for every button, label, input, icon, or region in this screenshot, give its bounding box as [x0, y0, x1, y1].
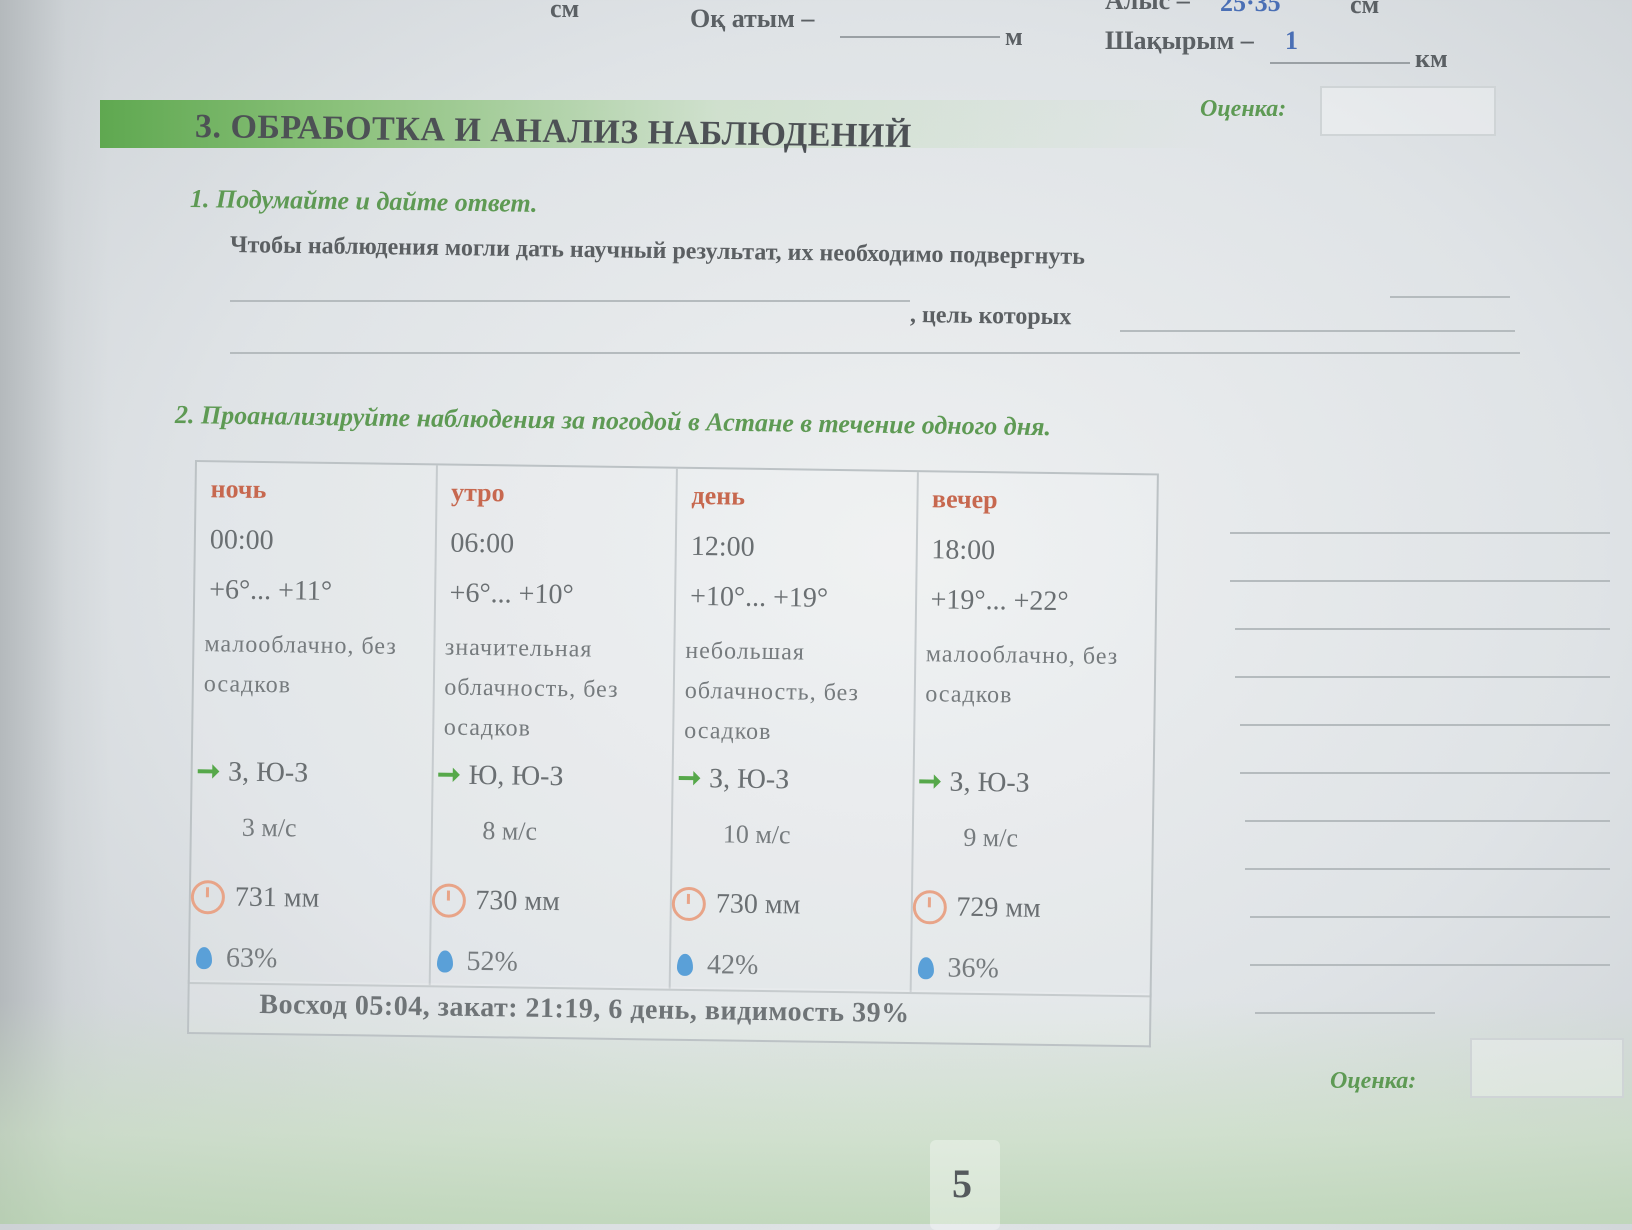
unit-m: м	[1005, 22, 1023, 51]
pressure-value: 730 мм	[475, 884, 561, 918]
condition: малооблачно, без осадков	[203, 631, 397, 699]
q1-answer-line-1a[interactable]	[1390, 296, 1510, 298]
weather-column-evening: вечер 18:00 +19°... +22° малооблачно, бе…	[911, 472, 1157, 995]
wind-direction: З, Ю-З	[949, 766, 1030, 799]
humidity: 63%	[195, 942, 278, 975]
wind-arrow-icon: ➞	[436, 759, 461, 791]
temperature: +6°... +11°	[208, 574, 333, 607]
period-label: ночь	[210, 474, 267, 504]
value-shakyrym: 1	[1285, 26, 1298, 55]
q2-answer-line-11[interactable]	[1255, 1012, 1435, 1014]
wind-speed: 10 м/с	[722, 819, 791, 850]
water-drop-icon	[676, 953, 694, 977]
barometer-icon	[912, 890, 947, 925]
label-shakyrym: Шақырым –	[1105, 26, 1254, 55]
q2-answer-line-5[interactable]	[1240, 724, 1610, 726]
question-1-text: Чтобы наблюдения могли дать научный резу…	[229, 232, 1086, 270]
humidity: 36%	[917, 952, 999, 985]
wind-speed: 9 м/с	[963, 822, 1019, 853]
humidity: 52%	[436, 945, 518, 978]
q2-answer-line-3[interactable]	[1235, 628, 1610, 630]
pressure-value: 731 мм	[234, 881, 320, 914]
q1-answer-line-3[interactable]	[230, 352, 1520, 354]
time: 06:00	[450, 527, 515, 560]
time: 18:00	[931, 534, 996, 567]
weather-column-night: ночь 00:00 +6°... +11° малооблачно, без …	[189, 462, 438, 986]
q1-answer-line-2b[interactable]	[1120, 330, 1515, 332]
wind-arrow-icon: ➞	[917, 766, 942, 798]
wind-arrow-icon: ➞	[677, 762, 702, 795]
humidity-value: 52%	[466, 945, 519, 978]
grade-label-top: Оценка:	[1200, 96, 1287, 122]
q2-answer-line-8[interactable]	[1245, 868, 1610, 870]
wind-speed: 8 м/с	[482, 816, 538, 846]
period-label: утро	[450, 477, 505, 508]
label-okatym: Оқ атым –	[690, 4, 815, 33]
barometer-icon	[671, 886, 707, 922]
q2-answer-line-4[interactable]	[1235, 676, 1610, 678]
barometer-icon	[431, 883, 466, 918]
q2-answer-line-6[interactable]	[1240, 772, 1610, 774]
wind: ➞ Ю, Ю-З	[437, 757, 564, 793]
weather-column-day: день 12:00 +10°... +19° небольшая облачн…	[670, 468, 919, 993]
question-1-title: 1. Подумайте и дайте ответ.	[189, 184, 538, 218]
pressure-value: 729 мм	[956, 891, 1041, 924]
grade-box-top[interactable]	[1320, 86, 1496, 136]
pressure: 730 мм	[671, 886, 801, 923]
unit-km: км	[1415, 44, 1448, 73]
temperature: +19°... +22°	[930, 584, 1069, 618]
q2-answer-line-9[interactable]	[1250, 916, 1610, 918]
grade-label-bottom: Оценка:	[1330, 1068, 1417, 1094]
unit-cm-2: см	[1350, 0, 1380, 19]
grade-box-bottom[interactable]	[1470, 1038, 1624, 1098]
water-drop-icon	[436, 950, 453, 973]
wind-speed: 3 м/с	[241, 812, 297, 843]
condition: малооблачно, без осадков	[925, 641, 1119, 709]
humidity-value: 36%	[947, 952, 1000, 985]
q1-answer-line-2[interactable]	[230, 300, 910, 302]
q2-answer-line-10[interactable]	[1250, 964, 1610, 966]
q2-answer-line-7[interactable]	[1245, 820, 1610, 822]
wind-arrow-icon: ➞	[196, 756, 221, 788]
wind: ➞ З, Ю-З	[677, 761, 789, 797]
wind-direction: З, Ю-З	[708, 763, 790, 796]
humidity-value: 63%	[225, 942, 278, 975]
shakyrym-answer-line[interactable]	[1270, 62, 1410, 64]
wind-direction: З, Ю-З	[227, 756, 309, 789]
humidity: 42%	[676, 949, 759, 982]
humidity-value: 42%	[706, 949, 759, 981]
label-alysy: Алыс –	[1105, 0, 1190, 15]
question-1-suffix: , цель которых	[909, 302, 1072, 331]
pressure: 729 мм	[912, 890, 1041, 926]
wind-direction: Ю, Ю-З	[468, 759, 564, 793]
temperature: +6°... +10°	[449, 577, 574, 611]
weather-column-morning: утро 06:00 +6°... +10° значительная обла…	[430, 465, 678, 989]
temperature: +10°... +19°	[689, 580, 829, 614]
q2-answer-line-2[interactable]	[1230, 580, 1610, 582]
pressure-value: 730 мм	[715, 888, 801, 921]
condition: значительная облачность, без осадков	[443, 634, 619, 742]
period-label: день	[691, 480, 746, 511]
wind: ➞ З, Ю-З	[918, 764, 1030, 800]
condition: небольшая облачность, без осадков	[684, 637, 860, 746]
water-drop-icon	[917, 957, 934, 980]
period-label: вечер	[931, 484, 998, 515]
weather-card: ночь 00:00 +6°... +11° малооблачно, без …	[186, 460, 1185, 1074]
pressure: 731 мм	[190, 879, 320, 916]
wind: ➞ З, Ю-З	[196, 754, 308, 790]
pressure: 730 мм	[431, 883, 560, 919]
value-alysy: 25·35	[1220, 0, 1281, 17]
okatym-answer-line[interactable]	[840, 36, 1000, 38]
weather-table: ночь 00:00 +6°... +11° малооблачно, без …	[187, 460, 1159, 998]
time: 12:00	[690, 530, 755, 563]
question-2-title: 2. Проанализируйте наблюдения за погодой…	[174, 400, 1052, 442]
time: 00:00	[209, 524, 274, 557]
sunrise-sunset-info: Восход 05:04, закат: 21:19, 6 день, види…	[259, 988, 910, 1030]
barometer-icon	[190, 879, 226, 915]
q2-answer-line-1[interactable]	[1230, 532, 1610, 534]
unit-cm: см	[550, 0, 580, 23]
water-drop-icon	[195, 947, 213, 970]
page-number: 5	[952, 1161, 972, 1206]
